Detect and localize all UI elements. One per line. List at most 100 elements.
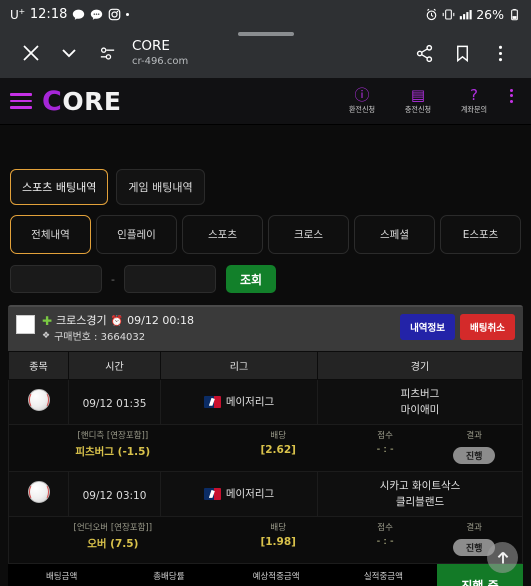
deposit-icon: ▤ [410, 85, 426, 104]
team-away: 마이애미 [400, 403, 440, 416]
bet-order-row: ❖ 구매번호 : 3664032 [42, 330, 194, 345]
subtab-all[interactable]: 전체내역 [10, 215, 91, 254]
status-bar: U+ 12:18 26% [0, 0, 531, 36]
header-action-label: 환전신청 [348, 105, 376, 115]
browser-actions [405, 34, 519, 72]
sub-tabs: 전체내역 인플레이 스포츠 크로스 스페셜 E스포츠 [8, 205, 523, 254]
subtab-esports[interactable]: E스포츠 [440, 215, 521, 254]
subtab-cross[interactable]: 크로스 [268, 215, 349, 254]
pick-odds: 배당 [1.98] [215, 522, 342, 556]
expected-caption: 예상적중금액 [252, 571, 300, 582]
cell-match: 시카고 화이트삭스 클리블랜드 [317, 470, 523, 518]
page-title: CORE [132, 37, 170, 54]
header-actions: ⓘ 환전신청 ▤ 충전신청 ? 계좌문의 [340, 87, 521, 116]
team-home: 피츠버그 [400, 387, 440, 400]
baseball-icon [27, 388, 50, 411]
cell-pick: [핸디측 [연장포함]] 피츠버그 (-1.5) 배당 [2.62] 점수 - … [8, 424, 523, 472]
match-time: 09/12 03:10 [82, 490, 147, 503]
page-title-block[interactable]: CORE cr-496.com [132, 37, 189, 67]
bet-info-button[interactable]: 내역정보 [400, 314, 456, 340]
date-from-input[interactable] [10, 265, 102, 293]
page-info-icon [100, 46, 114, 60]
bet-order-number: 구매번호 : 3664032 [54, 331, 146, 343]
page-content: 스포츠 배팅내역 게임 배팅내역 전체내역 인플레이 스포츠 크로스 스페셜 E… [0, 125, 531, 586]
tab-game-betting-history[interactable]: 게임 배팅내역 [116, 169, 205, 205]
league-name: 메이저리그 [225, 488, 275, 501]
logo-rest: ORE [62, 86, 122, 116]
bet-table: 종목 시간 리그 경기 09/12 01:35 메이저리그 피츠버그 마이애미 … [8, 350, 523, 564]
kebab-menu-icon [498, 45, 502, 61]
pick-selection: [언더오버 [연장포함]] 오버 (7.5) [11, 522, 215, 556]
kebab-dot [510, 99, 513, 103]
score-caption: 점수 [377, 431, 393, 442]
bet-placed-time: 09/12 00:18 [127, 314, 195, 327]
page-url: cr-496.com [132, 55, 189, 67]
pick-odds: 배당 [2.62] [215, 430, 342, 464]
header-action-account[interactable]: ? 계좌문의 [452, 87, 496, 116]
summary-expected: 예상적중금액 2,802,380원 [223, 570, 330, 586]
pick-score: 점수 - : - [342, 522, 429, 556]
carrier-sup: + [18, 6, 25, 16]
baseball-icon [27, 480, 50, 503]
match-time: 09/12 01:35 [82, 398, 147, 411]
pick-market: [핸디측 [연장포함]] [77, 431, 149, 442]
search-button[interactable]: 조회 [225, 265, 277, 293]
odds-caption: 배당 [270, 431, 287, 442]
score-value: - : - [376, 443, 394, 455]
pick-market: [언더오버 [연장포함]] [73, 523, 153, 534]
cell-time: 09/12 01:35 [68, 378, 161, 426]
expand-button[interactable] [50, 34, 88, 72]
pick-selection: [핸디측 [연장포함]] 피츠버그 (-1.5) [11, 430, 215, 464]
date-to-input[interactable] [123, 265, 216, 293]
bet-card-header: ✚ 크로스경기 ⏰ 09/12 00:18 ❖ 구매번호 : 3664032 내… [8, 305, 523, 351]
tab-sports-betting-history[interactable]: 스포츠 배팅내역 [10, 169, 109, 205]
site-logo[interactable]: C ORE [42, 87, 121, 116]
actual-caption: 실적중금액 [363, 571, 403, 582]
share-button[interactable] [405, 34, 443, 72]
question-icon: ? [470, 85, 478, 104]
kebab-dot [510, 94, 513, 98]
site-menu-button[interactable] [508, 87, 519, 103]
kebab-dot [510, 88, 513, 92]
header-action-label: 계좌문의 [460, 105, 488, 115]
bet-cancel-button[interactable]: 배팅취소 [460, 314, 515, 340]
message-icon [73, 9, 85, 20]
hamburger-icon[interactable] [10, 93, 32, 109]
pick-score: 점수 - : - [342, 430, 429, 464]
bookmark-button[interactable] [443, 34, 481, 72]
odds-value: [1.98] [260, 535, 296, 548]
scroll-to-top-button[interactable] [487, 542, 518, 573]
arrow-up-icon [497, 551, 508, 563]
subtab-special[interactable]: 스페셜 [354, 215, 435, 254]
status-bar-right: 26% [425, 7, 521, 22]
subtab-inplay[interactable]: 인플레이 [96, 215, 177, 254]
browser-menu-button[interactable] [481, 34, 519, 72]
main-tabs: 스포츠 배팅내역 게임 배팅내역 [8, 163, 523, 205]
expand-plus-icon[interactable]: ✚ [42, 315, 52, 327]
cell-league: 메이저리그 [160, 470, 318, 518]
battery-percent: 26% [476, 6, 504, 22]
status-bar-left: U+ 12:18 [10, 6, 130, 22]
cell-league: 메이저리그 [160, 378, 318, 426]
app-window: U+ 12:18 26% CORE cr-496.com C ORE ⓘ 환전신… [0, 0, 531, 586]
summary-stake: 배팅금액 541,000원 [8, 570, 115, 586]
league-name: 메이저리그 [225, 396, 275, 409]
header-action-deposit[interactable]: ▤ 충전신청 [396, 87, 440, 116]
bet-card: ✚ 크로스경기 ⏰ 09/12 00:18 ❖ 구매번호 : 3664032 내… [8, 305, 523, 586]
page-info-button[interactable] [88, 34, 126, 72]
window-grabber[interactable] [237, 32, 294, 36]
subtab-sports[interactable]: 스포츠 [182, 215, 263, 254]
result-badge: 진행 [452, 446, 496, 464]
dot-icon [126, 12, 130, 16]
close-button[interactable] [12, 34, 50, 72]
result-caption: 결과 [466, 431, 482, 442]
bet-card-footer: 배팅금액 541,000원 총배당률 5.18 예상적중금액 2,802,380… [8, 563, 523, 586]
team-home: 시카고 화이트삭스 [379, 479, 461, 492]
vibrate-icon [442, 9, 455, 19]
summary-actual: 실적중금액 - [330, 570, 437, 586]
bet-select-checkbox[interactable] [16, 315, 35, 334]
header-action-withdraw[interactable]: ⓘ 환전신청 [340, 87, 384, 116]
odds-value: [2.62] [260, 443, 296, 456]
clock-icon: ⏰ [110, 315, 124, 327]
